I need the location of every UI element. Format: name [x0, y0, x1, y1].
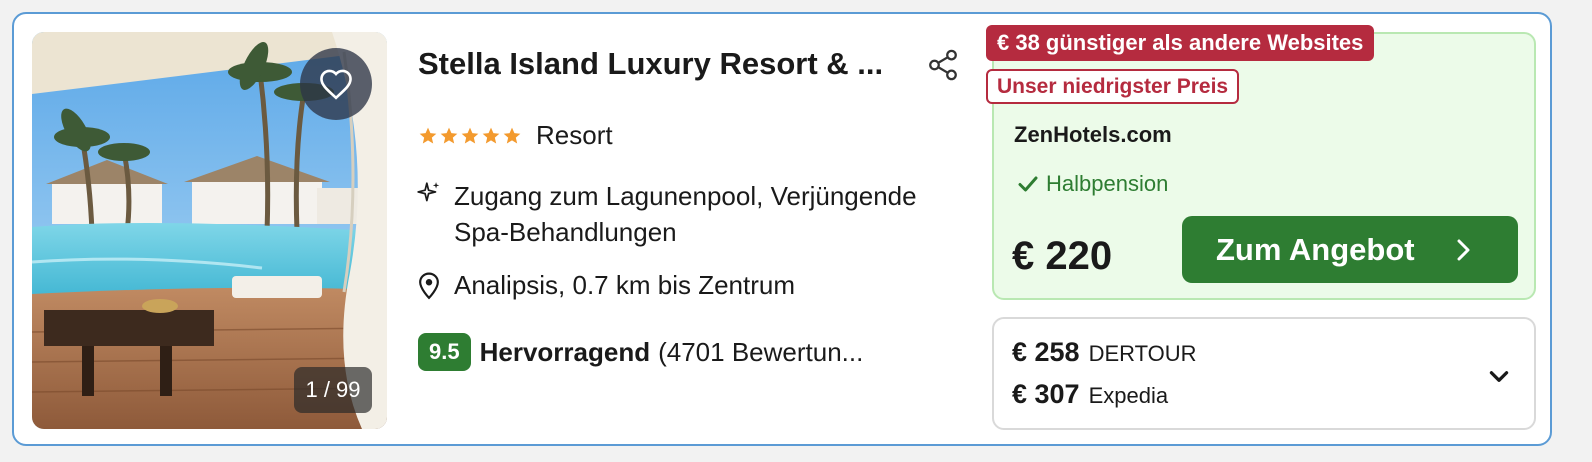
other-price: € 258 [1012, 337, 1080, 367]
hotel-category: Resort [418, 120, 613, 151]
chevron-right-icon [1457, 239, 1470, 261]
photo-counter: 1 / 99 [294, 367, 372, 413]
map-pin-icon [419, 272, 439, 299]
other-site: Expedia [1088, 383, 1169, 408]
hotel-location: Analipsis, 0.7 km bis Zentrum [418, 270, 795, 301]
heart-icon [320, 69, 352, 100]
hotel-photo-gallery[interactable]: 1 / 99 [32, 32, 387, 429]
review-count: (4701 Bewertun... [658, 336, 864, 367]
rating-label: Hervorragend [479, 336, 651, 367]
chevron-down-icon[interactable] [1486, 363, 1512, 389]
lowest-price-badge: Unser niedrigster Preis [986, 69, 1240, 104]
star-icon [503, 127, 521, 143]
features-text: Zugang zum Lagunenpool, Verjüngende Spa-… [454, 181, 917, 247]
board-label: Halbpension [1046, 171, 1169, 196]
other-prices-dropdown[interactable]: € 258 DERTOUR € 307 Expedia [992, 317, 1536, 430]
other-price-row: € 258 DERTOUR [1012, 337, 1197, 368]
sparkle-icon [417, 182, 440, 202]
view-deal-label: Zum Angebot [1216, 231, 1415, 267]
board-type: Halbpension [1018, 171, 1168, 197]
star-icon [482, 127, 500, 143]
view-deal-button[interactable]: Zum Angebot [1182, 216, 1518, 283]
star-icon [461, 127, 479, 143]
share-icon[interactable] [926, 48, 960, 82]
rating-score-badge: 9.5 [418, 333, 471, 371]
guest-rating[interactable]: 9.5 Hervorragend (4701 Bewertun... [418, 333, 863, 371]
offer-provider: ZenHotels.com [1014, 122, 1172, 147]
star-icon [440, 127, 458, 143]
hotel-card[interactable]: 1 / 99 Stella Island Luxury Resort & ...… [12, 12, 1552, 446]
other-site: DERTOUR [1088, 341, 1197, 366]
location-text: Analipsis, 0.7 km bis Zentrum [454, 270, 796, 300]
other-price-row: € 307 Expedia [1012, 379, 1168, 410]
hotel-name[interactable]: Stella Island Luxury Resort & ... [418, 46, 918, 82]
savings-badge: € 38 günstiger als andere Websites [986, 25, 1375, 61]
other-price: € 307 [1012, 379, 1080, 409]
star-rating [418, 126, 522, 146]
property-type: Resort [536, 120, 613, 150]
offer-price: € 220 [1012, 234, 1113, 278]
check-icon [1018, 176, 1038, 192]
hotel-features: Zugang zum Lagunenpool, Verjüngende Spa-… [416, 178, 974, 250]
favorite-button[interactable] [300, 48, 372, 120]
star-icon [419, 127, 437, 143]
